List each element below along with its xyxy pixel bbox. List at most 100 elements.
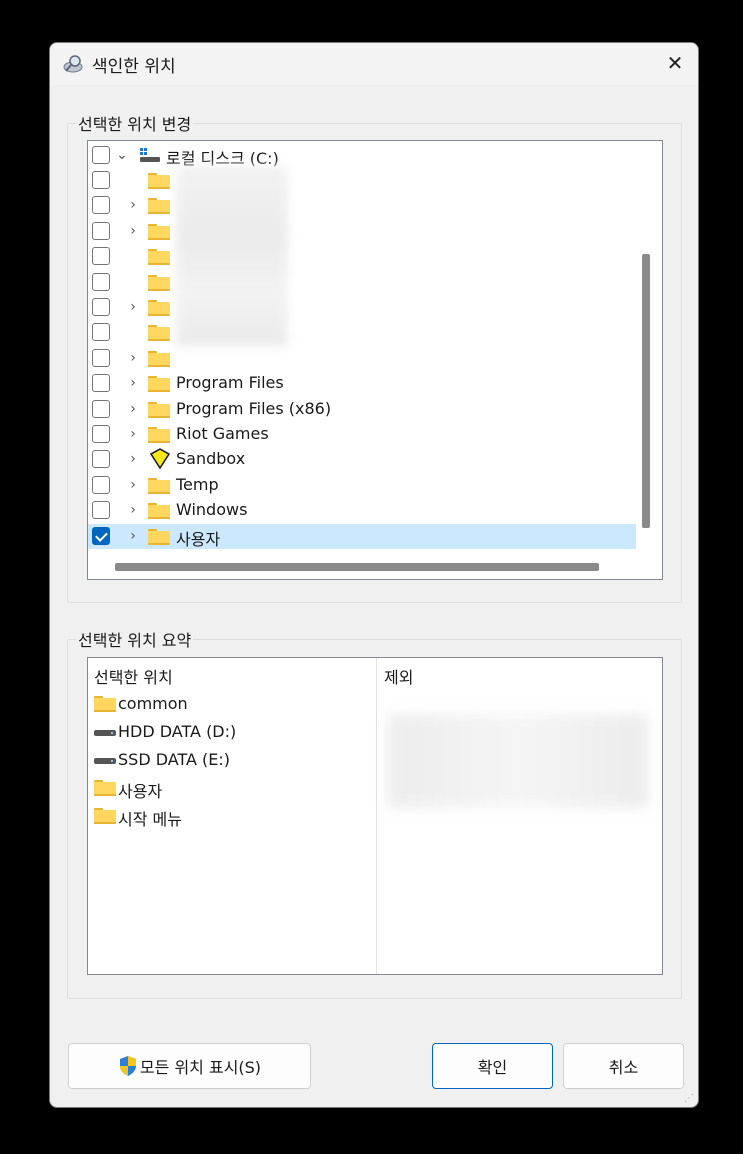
- folder-icon: [148, 528, 170, 545]
- chevron-right-icon[interactable]: ›: [126, 297, 140, 317]
- chevron-right-icon[interactable]: ›: [126, 424, 140, 444]
- tree-label: Sandbox: [176, 449, 246, 469]
- tree-checkbox[interactable]: [92, 450, 110, 469]
- column-divider: [376, 658, 377, 974]
- show-all-locations-button[interactable]: 모든 위치 표시(S): [68, 1043, 311, 1089]
- tree-row[interactable]: › Program Files: [88, 371, 636, 396]
- show-all-label: 모든 위치 표시(S): [139, 1058, 262, 1077]
- summary-legend: 선택한 위치 요약: [78, 631, 192, 650]
- tree-row[interactable]: › Windows: [88, 498, 636, 523]
- resize-grip-icon[interactable]: ⋰: [684, 1093, 696, 1105]
- cancel-button[interactable]: 취소: [563, 1043, 684, 1089]
- chevron-right-icon[interactable]: ›: [126, 373, 140, 393]
- list-item-label: common: [118, 694, 188, 713]
- tree-row-root[interactable]: ⌄ 로컬 디스크 (C:): [88, 143, 636, 168]
- chevron-right-icon[interactable]: ›: [126, 475, 140, 495]
- list-item-label: SSD DATA (E:): [118, 750, 231, 769]
- window-title: 색인한 위치: [92, 57, 176, 77]
- tree-checkbox[interactable]: [92, 146, 110, 164]
- list-item[interactable]: common: [92, 692, 372, 720]
- chevron-right-icon[interactable]: ›: [126, 221, 140, 241]
- chevron-right-icon[interactable]: ›: [126, 500, 140, 520]
- tree-row[interactable]: ›: [88, 193, 636, 218]
- included-column-header: 선택한 위치: [94, 668, 173, 687]
- tree-row[interactable]: [88, 168, 636, 193]
- tree-row[interactable]: ›: [88, 346, 636, 371]
- folder-icon: [148, 503, 170, 520]
- chevron-down-icon[interactable]: ⌄: [115, 145, 129, 165]
- summary-list[interactable]: 선택한 위치 제외 common HDD DATA (D:) SSD DATA (E…: [87, 657, 663, 975]
- folder-icon: [94, 696, 116, 712]
- tree-checkbox[interactable]: [92, 374, 110, 393]
- close-icon: ✕: [666, 51, 684, 75]
- drive-icon: [140, 148, 160, 162]
- folder-icon: [148, 325, 170, 342]
- chevron-right-icon[interactable]: ›: [126, 348, 140, 368]
- tree-row[interactable]: › Program Files (x86): [88, 397, 636, 422]
- tree-checkbox[interactable]: [92, 501, 110, 520]
- shield-icon: [119, 1056, 136, 1076]
- list-item[interactable]: SSD DATA (E:): [92, 748, 372, 776]
- list-item-label: 시작 메뉴: [118, 810, 182, 829]
- chevron-right-icon[interactable]: ›: [126, 399, 140, 419]
- list-item[interactable]: HDD DATA (D:): [92, 720, 372, 748]
- tree-checkbox[interactable]: [92, 247, 110, 266]
- tree-row[interactable]: › Temp: [88, 473, 636, 498]
- ok-button[interactable]: 확인: [432, 1043, 553, 1089]
- tree-label: Windows: [176, 500, 248, 520]
- tree-checkbox[interactable]: [92, 171, 110, 189]
- tree-row[interactable]: › Sandbox: [88, 447, 636, 472]
- tree-row[interactable]: [88, 320, 636, 345]
- folder-icon: [148, 274, 170, 291]
- change-locations-legend: 선택한 위치 변경: [78, 115, 192, 134]
- tree-row[interactable]: › 사용자: [88, 523, 636, 549]
- ok-label: 확인: [477, 1058, 508, 1077]
- title-bar: 색인한 위치 ✕: [50, 43, 698, 85]
- chevron-right-icon[interactable]: ›: [126, 449, 140, 469]
- tree-checkbox[interactable]: [92, 298, 110, 316]
- folder-icon: [148, 376, 170, 393]
- hdd-icon: [94, 758, 116, 764]
- redacted-area: [176, 166, 288, 346]
- tree-checkbox[interactable]: [92, 221, 110, 240]
- folder-icon: [148, 350, 170, 367]
- cancel-label: 취소: [608, 1058, 639, 1077]
- excluded-column-header: 제외: [384, 668, 414, 687]
- location-tree[interactable]: ⌄ 로컬 디스크 (C:) › › › › › Program Files › Program…: [87, 140, 663, 580]
- folder-icon: [148, 223, 170, 240]
- close-button[interactable]: ✕: [652, 43, 698, 83]
- list-item[interactable]: 시작 메뉴: [92, 804, 372, 832]
- folder-icon: [148, 249, 170, 266]
- vertical-scrollbar[interactable]: [642, 254, 650, 528]
- folder-icon: [148, 173, 170, 189]
- folder-icon: [148, 427, 170, 443]
- tree-checkbox[interactable]: [92, 323, 110, 342]
- tree-label: 사용자: [176, 529, 221, 549]
- tree-checkbox[interactable]: [92, 348, 110, 367]
- folder-icon: [148, 401, 170, 418]
- horizontal-scrollbar[interactable]: [115, 563, 599, 571]
- list-item-label: 사용자: [118, 782, 163, 801]
- tree-row[interactable]: [88, 270, 636, 295]
- folder-icon: [94, 808, 116, 824]
- chevron-right-icon[interactable]: ›: [126, 195, 140, 215]
- indexed-locations-dialog: 색인한 위치 ✕ 선택한 위치 변경 ⌄ 로컬 디스크 (C:) › › › › › Pr…: [49, 42, 699, 1108]
- tree-checkbox[interactable]: [92, 196, 110, 215]
- tree-label: Riot Games: [176, 424, 269, 443]
- hdd-icon: [94, 730, 116, 736]
- folder-icon: [148, 477, 170, 494]
- tree-checkbox[interactable]: [92, 399, 110, 418]
- indexing-icon: [63, 55, 83, 73]
- tree-checkbox[interactable]: [92, 526, 110, 545]
- tree-checkbox[interactable]: [92, 425, 110, 443]
- list-item[interactable]: 사용자: [92, 776, 372, 804]
- tree-checkbox[interactable]: [92, 475, 110, 494]
- sandbox-icon: [149, 448, 171, 470]
- tree-row[interactable]: ›: [88, 219, 636, 244]
- tree-checkbox[interactable]: [92, 272, 110, 291]
- tree-row[interactable]: › Riot Games: [88, 422, 636, 447]
- tree-row[interactable]: ›: [88, 295, 636, 320]
- tree-label: Temp: [176, 474, 219, 494]
- chevron-right-icon[interactable]: ›: [126, 526, 140, 546]
- tree-row[interactable]: [88, 244, 636, 269]
